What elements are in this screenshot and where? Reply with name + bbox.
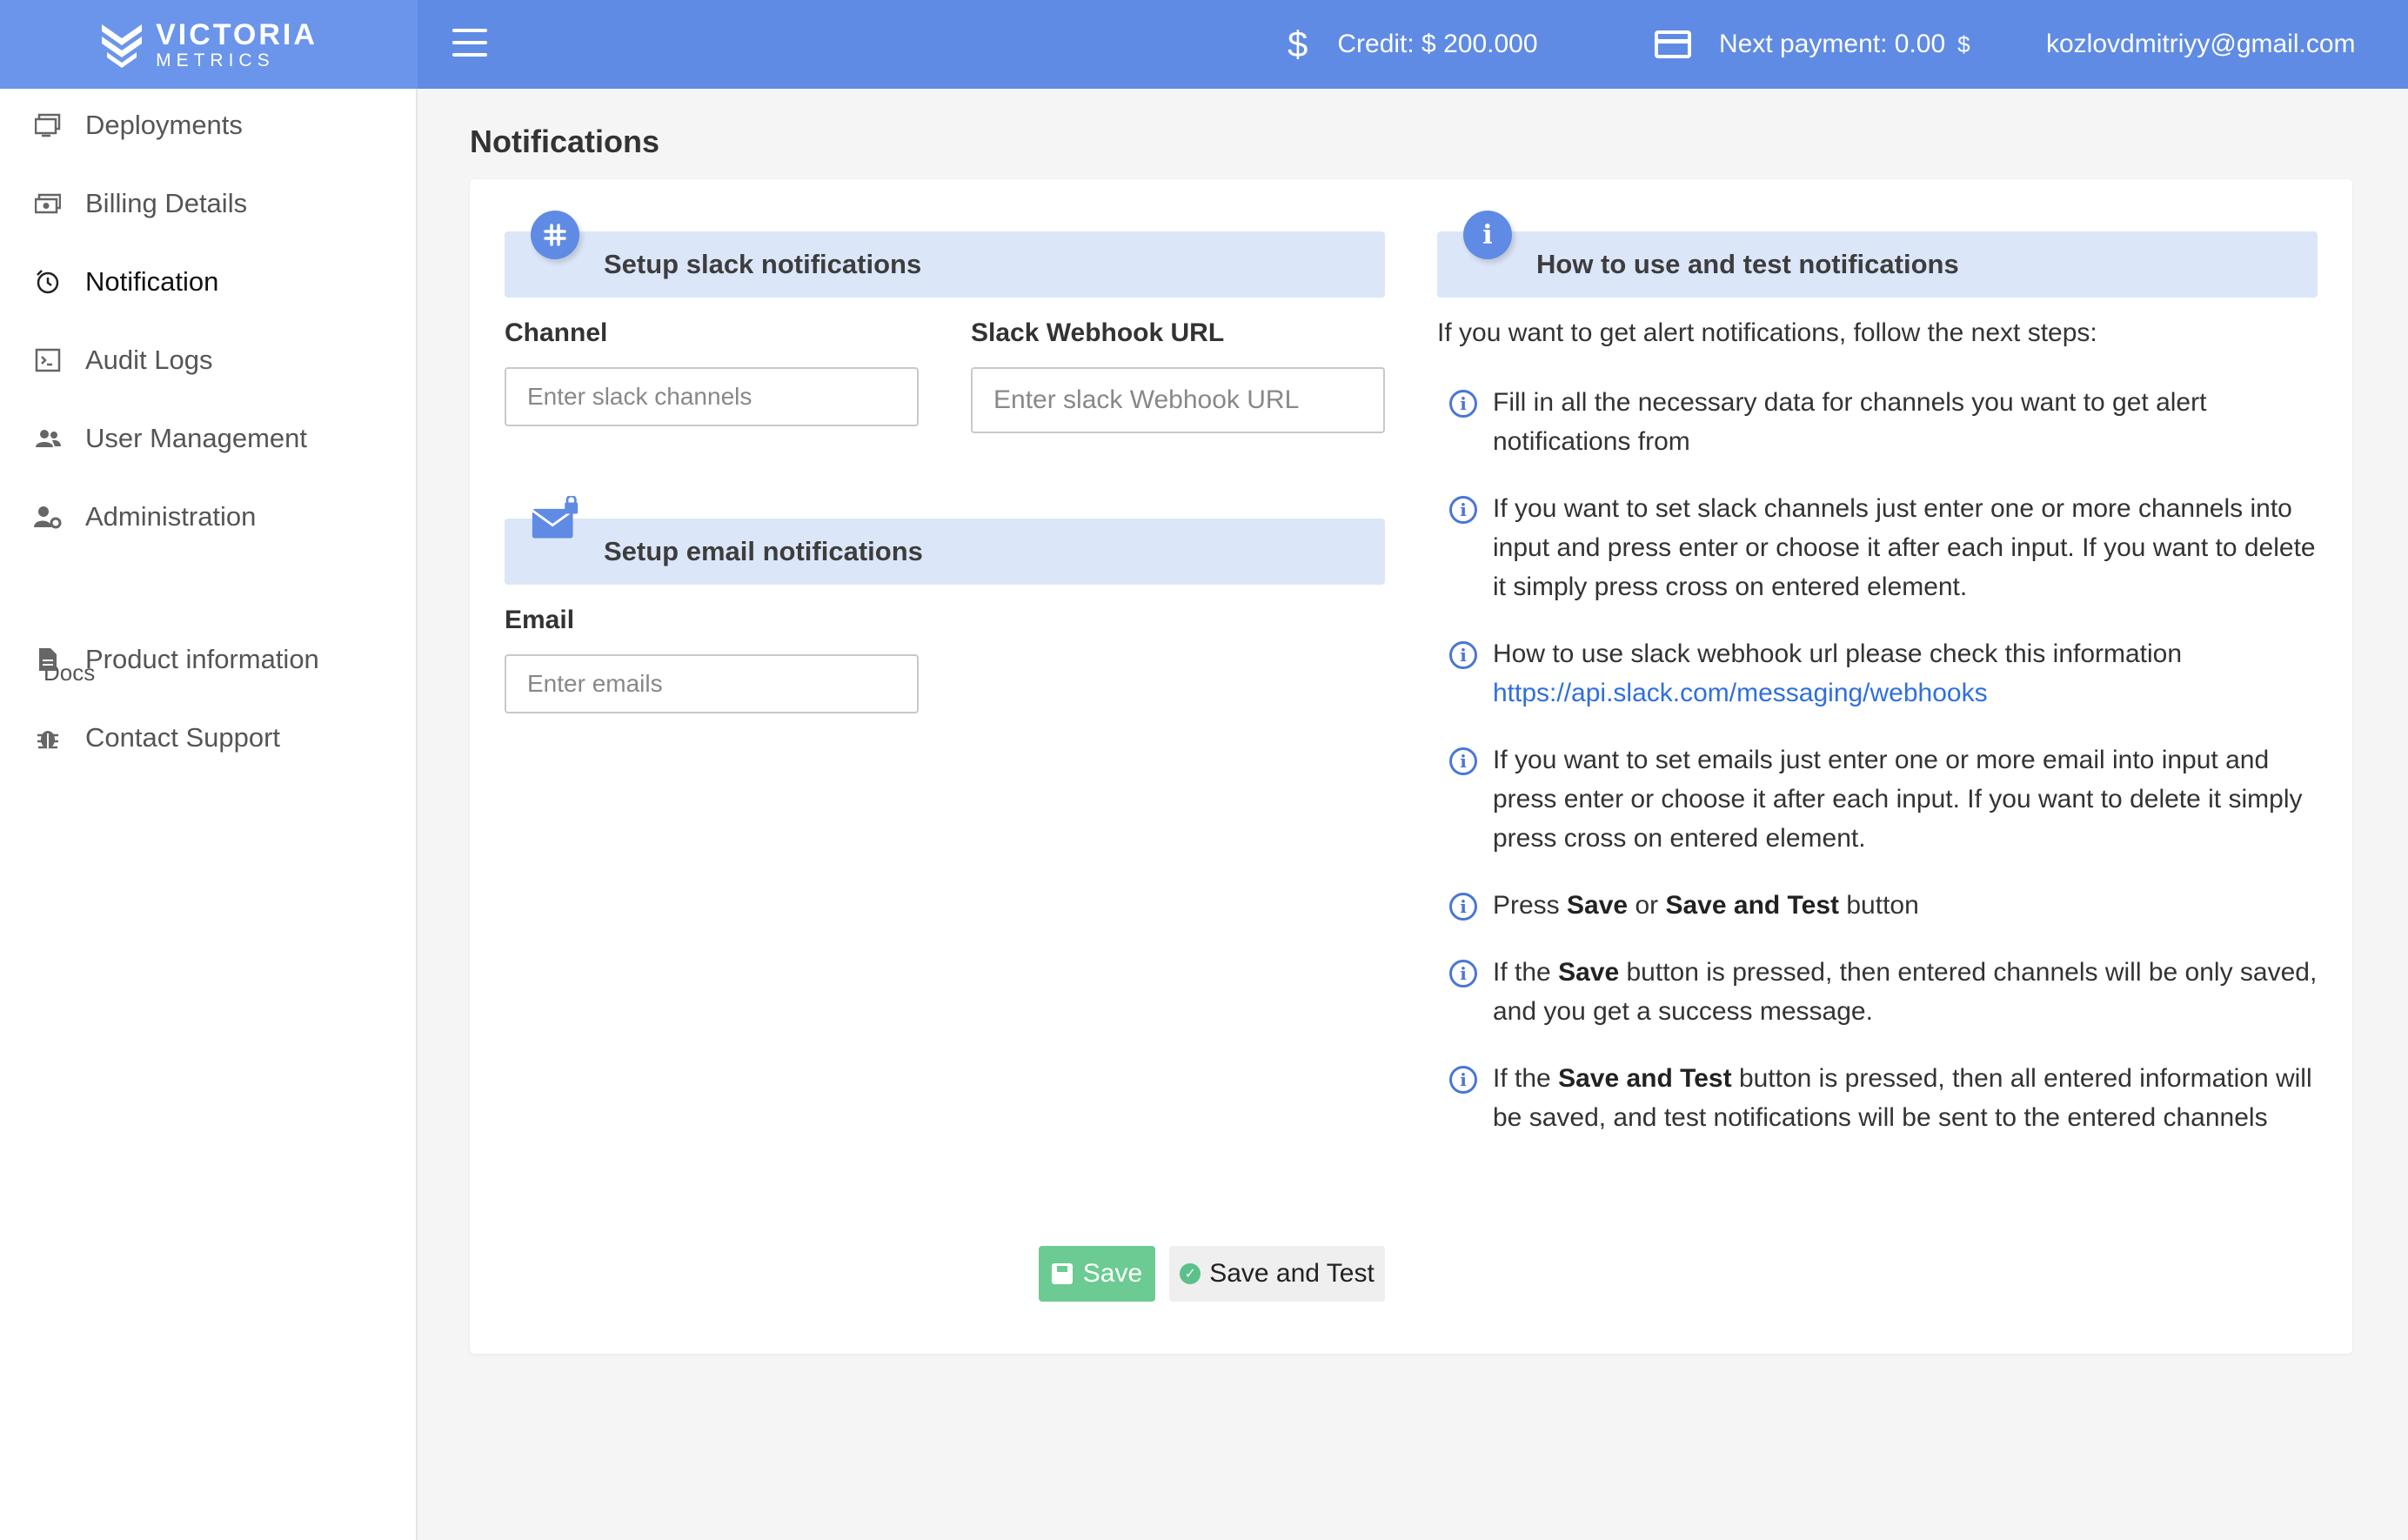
sidebar-item-label: Deployments — [85, 110, 243, 140]
notifications-card: Setup slack notifications Channel Slack … — [470, 179, 2352, 1354]
list-item: i If you want to set emails just enter o… — [1449, 740, 2319, 858]
sidebar-item-product-information[interactable]: Product information — [33, 633, 319, 686]
list-item: i If you want to set slack channels just… — [1449, 489, 2319, 606]
sidebar: Deployments Billing Details Notification… — [0, 89, 418, 1540]
info-circle-icon: i — [1449, 390, 1477, 418]
victoria-metrics-logo-icon — [102, 24, 143, 68]
user-gear-icon — [33, 502, 63, 532]
howto-section-header: i How to use and test notifications — [1437, 211, 2318, 298]
sidebar-item-label: Notification — [85, 266, 219, 297]
email-label: Email — [505, 606, 575, 634]
money-icon — [33, 189, 63, 218]
monitor-icon — [33, 110, 63, 140]
check-circle-icon: ✓ — [1180, 1263, 1201, 1284]
email-input[interactable] — [505, 654, 919, 713]
document-icon — [33, 645, 63, 674]
bug-icon — [33, 723, 63, 753]
credit-card-icon — [1655, 30, 1691, 58]
sidebar-item-label: Administration — [85, 501, 257, 532]
sidebar-item-label: Billing Details — [85, 188, 248, 218]
menu-toggle-icon[interactable] — [452, 29, 487, 57]
slack-channel-input[interactable] — [505, 367, 919, 426]
top-bar: VICTORIA METRICS $ Credit: $ 200.000 Nex… — [0, 0, 2408, 89]
credit-display: $ Credit: $ 200.000 — [1288, 0, 1538, 89]
next-payment-display: Next payment: 0.00 $ — [1655, 0, 1970, 89]
sidebar-item-notification[interactable]: Notification — [33, 256, 218, 308]
sidebar-item-label: Contact Support — [85, 722, 281, 753]
logo[interactable]: VICTORIA METRICS — [0, 0, 418, 89]
sidebar-item-administration[interactable]: Administration — [33, 491, 256, 543]
info-icon: i — [1463, 211, 1512, 259]
info-circle-icon: i — [1449, 893, 1477, 921]
floppy-disk-icon — [1051, 1263, 1073, 1284]
slack-webhooks-link[interactable]: https://api.slack.com/messaging/webhooks — [1493, 679, 1988, 707]
email-section-title: Setup email notifications — [604, 536, 923, 566]
sidebar-item-label: Audit Logs — [85, 345, 213, 375]
list-item: i If the Save and Test button is pressed… — [1449, 1059, 2319, 1137]
user-email[interactable]: kozlovdmitriyy@gmail.com — [2046, 0, 2356, 89]
sidebar-item-label: User Management — [85, 423, 308, 453]
info-circle-icon: i — [1449, 960, 1477, 988]
terminal-icon — [33, 345, 63, 375]
page-title: Notifications — [470, 124, 660, 159]
next-payment-currency: $ — [1957, 30, 1970, 57]
sidebar-item-contact-support[interactable]: Contact Support — [33, 712, 280, 764]
sidebar-item-billing-details[interactable]: Billing Details — [33, 177, 247, 230]
howto-section-title: How to use and test notifications — [1536, 249, 1959, 279]
save-button[interactable]: Save — [1039, 1246, 1155, 1302]
dollar-icon: $ — [1288, 23, 1308, 64]
alarm-icon — [33, 267, 63, 297]
sidebar-item-deployments[interactable]: Deployments — [33, 99, 243, 151]
next-payment-text: Next payment: 0.00 — [1719, 30, 1946, 58]
info-circle-icon: i — [1449, 496, 1477, 524]
slack-section-title: Setup slack notifications — [604, 249, 922, 279]
email-section-header: Setup email notifications — [505, 496, 1385, 585]
sidebar-item-audit-logs[interactable]: Audit Logs — [33, 334, 213, 386]
sidebar-item-label: Product information — [85, 644, 319, 674]
list-item: i Press Save or Save and Test button — [1449, 886, 2319, 925]
users-icon — [33, 424, 63, 453]
slack-webhook-input[interactable] — [971, 367, 1385, 433]
list-item: i If the Save button is pressed, then en… — [1449, 953, 2319, 1031]
slack-icon — [531, 211, 579, 259]
webhook-label: Slack Webhook URL — [971, 318, 1225, 347]
sidebar-item-user-management[interactable]: User Management — [33, 412, 307, 465]
howto-steps: i Fill in all the necessary data for cha… — [1449, 383, 2319, 1165]
info-circle-icon: i — [1449, 641, 1477, 669]
credit-text: Credit: $ 200.000 — [1337, 30, 1538, 58]
save-and-test-button[interactable]: ✓ Save and Test — [1169, 1246, 1385, 1302]
logo-subtitle: METRICS — [156, 50, 275, 70]
channel-label: Channel — [505, 318, 608, 347]
howto-intro: If you want to get alert notifications, … — [1437, 318, 2097, 347]
logo-title: VICTORIA — [156, 17, 318, 51]
info-circle-icon: i — [1449, 1066, 1477, 1094]
info-circle-icon: i — [1449, 747, 1477, 775]
list-item: i Fill in all the necessary data for cha… — [1449, 383, 2319, 461]
list-item: i How to use slack webhook url please ch… — [1449, 634, 2319, 713]
mail-lock-icon — [531, 496, 579, 545]
slack-section-header: Setup slack notifications — [505, 211, 1385, 298]
